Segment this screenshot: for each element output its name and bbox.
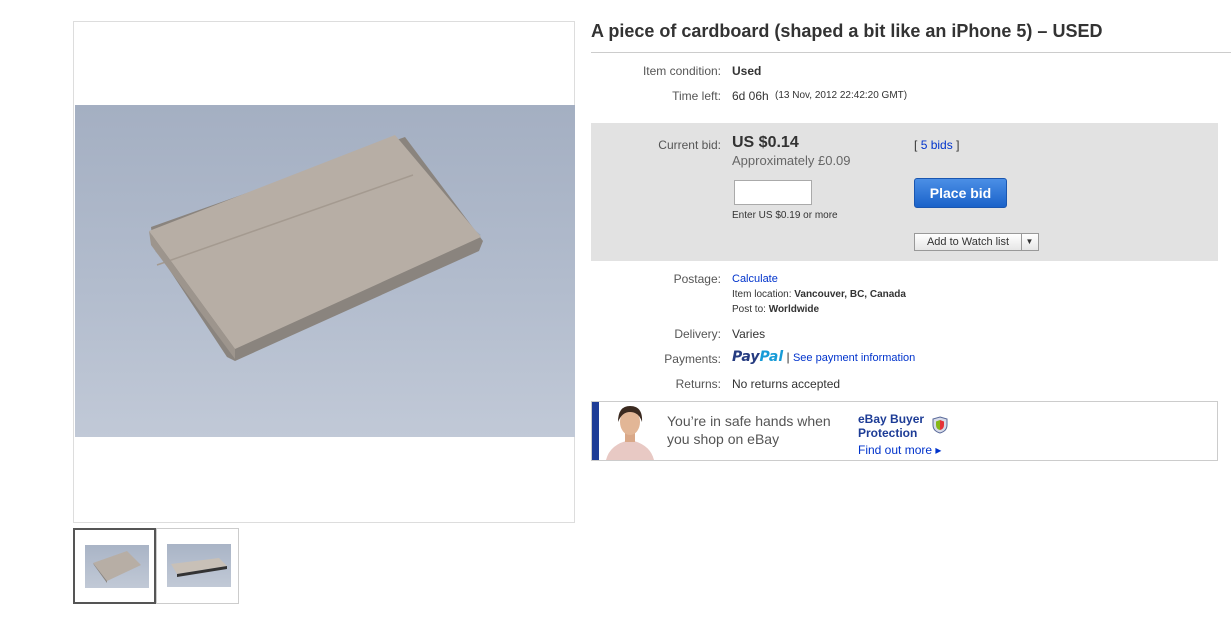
approx-price: Approximately £0.09 xyxy=(732,153,851,168)
post-to-value: Worldwide xyxy=(768,304,820,315)
thumbnail-1[interactable] xyxy=(73,528,156,604)
item-title: A piece of cardboard (shaped a bit like … xyxy=(591,21,1103,41)
image-thumbnail-icon xyxy=(85,545,149,588)
post-to: Post to: Worldwide xyxy=(732,304,819,315)
protection-message-line2: you shop on eBay xyxy=(667,431,780,447)
buyer-protection-brand: eBay Buyer Protection xyxy=(858,412,924,440)
shield-icon xyxy=(932,416,948,439)
paypal-logo-pay: Pay xyxy=(732,349,760,365)
postage-label: Postage: xyxy=(673,272,721,286)
paypal-logo: PayPal xyxy=(732,349,783,365)
location-label: Item location: xyxy=(732,289,792,300)
returns-label: Returns: xyxy=(675,377,721,391)
add-to-watchlist-button[interactable]: Add to Watch list ▼ xyxy=(914,233,1039,251)
time-left-value: 6d 06h xyxy=(732,89,769,103)
brand-line1: eBay Buyer xyxy=(858,412,925,426)
find-out-more-link[interactable]: Find out more ▸ xyxy=(858,443,941,457)
item-location: Item location: Vancouver, BC, Canada xyxy=(732,289,906,300)
condition-label: Item condition: xyxy=(642,64,721,78)
bid-hint: Enter US $0.19 or more xyxy=(732,210,838,221)
condition-value: Used xyxy=(732,64,762,78)
chevron-down-icon[interactable]: ▼ xyxy=(1021,234,1038,250)
title-divider xyxy=(591,52,1231,53)
bid-history-link[interactable]: 5 bids xyxy=(921,138,953,152)
delivery-label: Delivery: xyxy=(674,327,721,341)
place-bid-button[interactable]: Place bid xyxy=(914,178,1007,208)
current-bid-price: US $0.14 xyxy=(732,134,799,151)
support-agent-image xyxy=(604,402,656,460)
thumbnail-2[interactable] xyxy=(156,528,239,604)
brand-line2: Protection xyxy=(858,426,918,440)
bids-count: [ 5 bids ] xyxy=(914,138,959,152)
bracket-open: [ xyxy=(914,138,918,152)
returns-value: No returns accepted xyxy=(732,377,841,391)
auction-end-time: (13 Nov, 2012 22:42:20 GMT) xyxy=(775,90,908,101)
payment-info-link[interactable]: See payment information xyxy=(793,352,915,364)
payments-value: PayPal | See payment information xyxy=(732,349,915,365)
bid-amount-input[interactable] xyxy=(734,180,812,205)
protection-message-line1: You’re in safe hands when xyxy=(667,413,831,429)
time-left-label: Time left: xyxy=(672,89,721,103)
buyer-protection-banner[interactable]: You’re in safe hands when you shop on eB… xyxy=(591,401,1218,461)
watchlist-label[interactable]: Add to Watch list xyxy=(915,234,1022,250)
current-bid-label: Current bid: xyxy=(658,138,721,152)
image-thumbnail-icon xyxy=(167,544,231,587)
calculate-postage-link[interactable]: Calculate xyxy=(732,273,778,285)
payments-separator: | xyxy=(786,350,790,364)
bracket-close: ] xyxy=(956,138,960,152)
protection-message: You’re in safe hands when you shop on eB… xyxy=(667,412,831,448)
item-photo xyxy=(75,105,575,437)
protection-accent-bar xyxy=(592,402,599,460)
post-to-label: Post to: xyxy=(732,304,766,315)
location-value: Vancouver, BC, Canada xyxy=(794,289,906,300)
main-image-viewer[interactable] xyxy=(73,21,575,523)
payments-label: Payments: xyxy=(664,352,721,366)
delivery-value: Varies xyxy=(732,327,766,341)
paypal-logo-pal: Pal xyxy=(759,349,784,365)
